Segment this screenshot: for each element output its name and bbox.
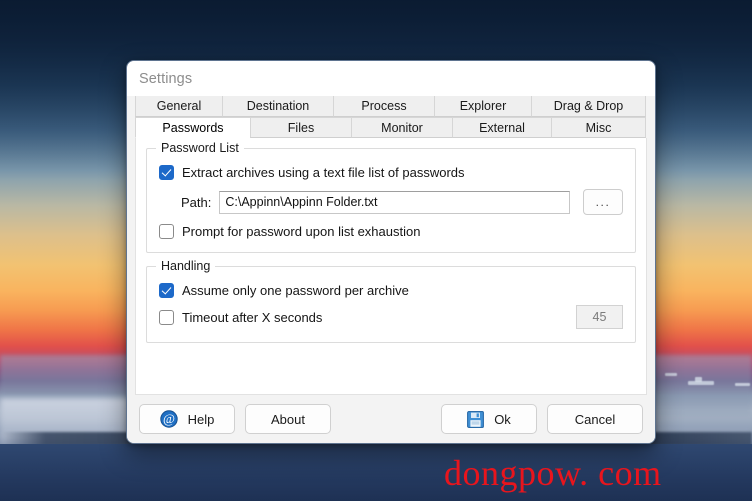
dialog-titlebar[interactable]: Settings xyxy=(127,61,655,96)
help-button[interactable]: @ Help xyxy=(139,404,235,434)
extract-archives-label: Extract archives using a text file list … xyxy=(182,165,465,180)
about-button[interactable]: About xyxy=(245,404,331,434)
tab-drag-drop[interactable]: Drag & Drop xyxy=(531,96,646,117)
extract-archives-checkbox[interactable] xyxy=(159,165,174,180)
tab-passwords[interactable]: Passwords xyxy=(135,117,251,138)
at-sign-icon: @ xyxy=(159,410,178,428)
site-watermark: dongpow. com xyxy=(444,453,662,493)
password-list-group: Password List Extract archives using a t… xyxy=(146,141,636,253)
prompt-password-row[interactable]: Prompt for password upon list exhaustion xyxy=(159,224,623,239)
cancel-button[interactable]: Cancel xyxy=(547,404,643,434)
handling-group: Handling Assume only one password per ar… xyxy=(146,259,636,343)
settings-dialog: Settings General Destination Process Exp… xyxy=(126,60,656,444)
tab-destination[interactable]: Destination xyxy=(222,96,334,117)
password-list-group-title: Password List xyxy=(156,141,244,155)
dialog-button-bar: @ Help About Ok Cancel xyxy=(127,395,655,443)
path-row: Path: C:\Appinn\Appinn Folder.txt ... xyxy=(159,189,623,215)
path-label: Path: xyxy=(181,194,212,210)
prompt-password-checkbox[interactable] xyxy=(159,224,174,239)
tab-strip: General Destination Process Explorer Dra… xyxy=(127,96,655,138)
boat-silhouette xyxy=(665,373,677,376)
tab-monitor[interactable]: Monitor xyxy=(351,117,453,138)
tab-row-primary: General Destination Process Explorer Dra… xyxy=(135,96,647,117)
path-input[interactable]: C:\Appinn\Appinn Folder.txt xyxy=(219,190,570,214)
tab-misc[interactable]: Misc xyxy=(551,117,646,138)
prompt-password-label: Prompt for password upon list exhaustion xyxy=(182,224,421,239)
dialog-title: Settings xyxy=(139,70,193,87)
tab-explorer[interactable]: Explorer xyxy=(434,96,532,117)
boat-silhouette xyxy=(695,377,702,382)
assume-one-password-label: Assume only one password per archive xyxy=(182,283,409,298)
extract-archives-row[interactable]: Extract archives using a text file list … xyxy=(159,165,623,180)
ok-button[interactable]: Ok xyxy=(441,404,537,434)
handling-group-title: Handling xyxy=(156,259,216,273)
boat-silhouette xyxy=(735,383,750,386)
assume-one-password-row[interactable]: Assume only one password per archive xyxy=(159,283,623,298)
help-button-label: Help xyxy=(187,411,215,427)
ok-button-label: Ok xyxy=(494,411,511,427)
svg-text:@: @ xyxy=(163,411,175,426)
timeout-checkbox[interactable] xyxy=(159,309,174,325)
tab-process[interactable]: Process xyxy=(333,96,435,117)
timeout-spin-wrap: 45 xyxy=(576,305,623,329)
cancel-button-label: Cancel xyxy=(574,411,616,427)
tab-external[interactable]: External xyxy=(452,117,552,138)
tab-row-secondary: Passwords Files Monitor External Misc xyxy=(135,117,647,138)
timeout-seconds-input[interactable]: 45 xyxy=(576,305,623,329)
tab-general[interactable]: General xyxy=(135,96,223,117)
about-button-label: About xyxy=(271,411,305,427)
timeout-label: Timeout after X seconds xyxy=(182,309,323,325)
assume-one-password-checkbox[interactable] xyxy=(159,283,174,298)
tab-content-passwords: Password List Extract archives using a t… xyxy=(135,138,647,395)
tab-files[interactable]: Files xyxy=(250,117,352,138)
desktop-wallpaper: Settings General Destination Process Exp… xyxy=(0,0,752,501)
browse-path-button[interactable]: ... xyxy=(583,189,623,215)
save-floppy-icon xyxy=(467,410,485,428)
timeout-row[interactable]: Timeout after X seconds 45 xyxy=(159,305,623,329)
